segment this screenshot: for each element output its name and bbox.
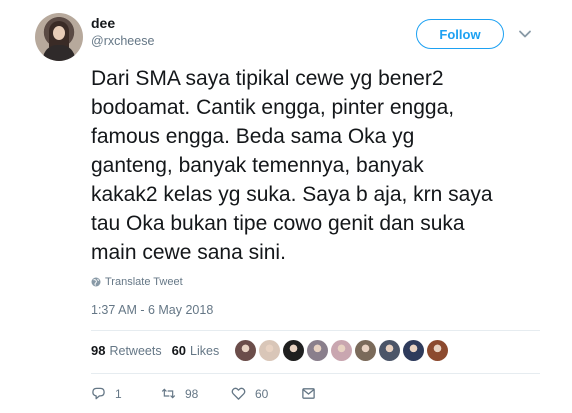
reply-button[interactable]: 1 [91,386,161,401]
user-name[interactable]: dee [91,15,115,31]
tweet-line: Dari SMA saya tipikal cewe yg bener2 [91,67,444,90]
tweet-line: bodoamat. Cantik engga, pinter engga, [91,96,455,119]
tweet-line: main cewe sana sini. [91,241,286,264]
tweet-line: kakak2 kelas yg suka. Saya b aja, krn sa… [91,183,493,206]
like-button[interactable]: 60 [231,386,301,401]
globe-icon [91,277,101,287]
reply-icon [92,387,105,400]
liker-avatar[interactable] [283,340,304,361]
retweet-button[interactable]: 98 [161,386,231,401]
translate-label[interactable]: Translate Tweet [105,276,183,288]
liker-avatar[interactable] [379,340,400,361]
message-icon [302,388,315,399]
liker-avatar[interactable] [235,340,256,361]
user-handle[interactable]: @rxcheese [91,34,154,48]
retweet-icon [161,388,176,399]
liker-avatar[interactable] [307,340,328,361]
liker-avatar[interactable] [427,340,448,361]
tweet-line: ganteng, banyak temennya, banyak [91,154,424,177]
tweet-timestamp[interactable]: 1:37 AM - 6 May 2018 [91,303,213,317]
retweet-count: 98 [185,386,199,401]
liker-avatar[interactable] [355,340,376,361]
retweets-label: Retweets [109,344,162,358]
divider [91,330,540,331]
liker-avatar[interactable] [403,340,424,361]
tweet-stats: 98 Retweets 60 Likes [91,343,229,358]
likes-stat[interactable]: 60 Likes [172,343,220,358]
likes-count: 60 [171,343,187,358]
tweet-actions: 1 98 60 [91,386,316,401]
liker-avatar[interactable] [259,340,280,361]
avatar[interactable] [35,13,83,61]
retweets-count: 98 [91,343,106,358]
tweet-text: Dari SMA saya tipikal cewe yg bener2 bod… [91,64,531,267]
direct-message-button[interactable] [301,386,316,401]
liker-avatar[interactable] [331,340,352,361]
caret-down-icon[interactable] [518,27,532,41]
retweets-stat[interactable]: 98 Retweets [91,343,162,358]
like-count: 60 [255,386,269,401]
translate-tweet-link[interactable]: Translate Tweet [91,276,183,288]
likes-label: Likes [190,344,220,358]
liker-avatars [235,340,448,361]
tweet-line: famous engga. Beda sama Oka yg [91,125,415,148]
divider [91,373,540,374]
heart-icon [231,387,246,400]
follow-button[interactable]: Follow [416,19,504,49]
reply-count: 1 [115,386,122,401]
tweet-line: tau Oka bukan tipe cowo genit dan suka [91,212,465,235]
